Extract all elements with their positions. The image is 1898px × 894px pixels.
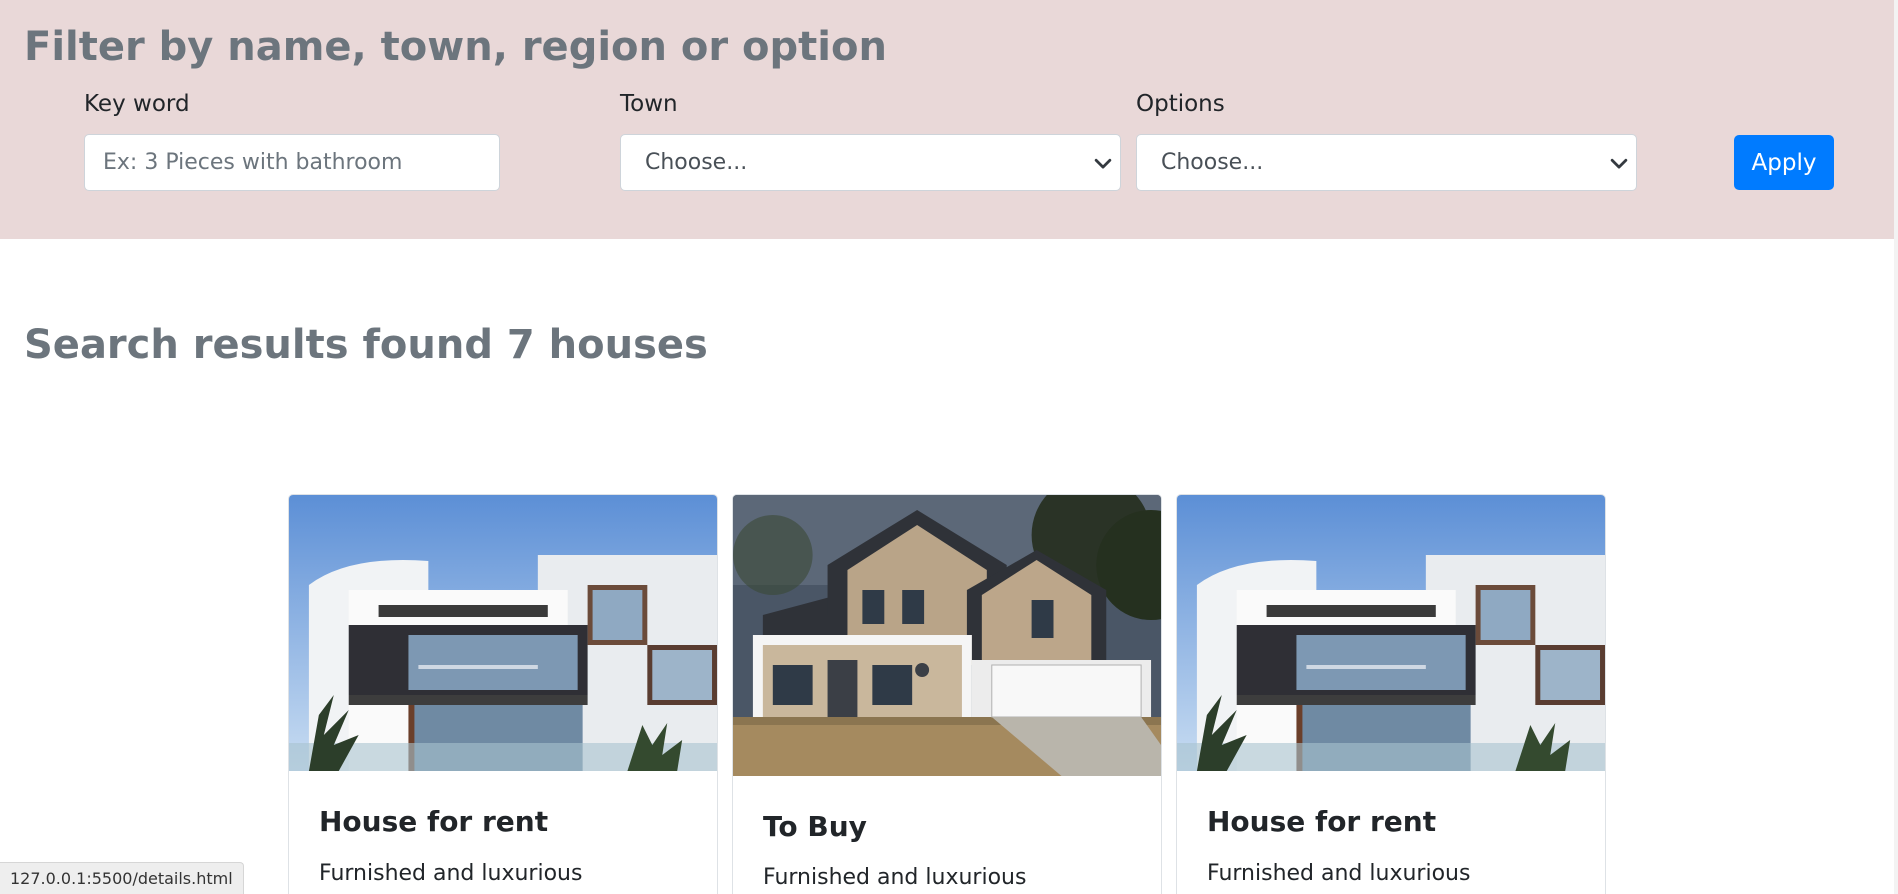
- modern-house-image: [1177, 495, 1605, 771]
- town-select-value: Choose...: [645, 150, 748, 175]
- town-label: Town: [620, 91, 678, 117]
- status-bar-url: 127.0.0.1:5500/details.html: [0, 862, 244, 894]
- card-title: House for rent: [1207, 805, 1437, 838]
- options-select[interactable]: Choose...: [1136, 134, 1637, 191]
- chevron-down-icon: [1094, 158, 1112, 169]
- modern-house-image: [289, 495, 717, 771]
- house-card[interactable]: House for rent Furnished and luxurious: [288, 494, 718, 894]
- suburban-house-image: [733, 495, 1161, 776]
- town-select[interactable]: Choose...: [620, 134, 1121, 191]
- filter-title: Filter by name, town, region or option: [24, 24, 887, 70]
- chevron-down-icon: [1610, 158, 1628, 169]
- card-text: Furnished and luxurious: [319, 861, 583, 886]
- options-select-value: Choose...: [1161, 150, 1264, 175]
- results-heading: Search results found 7 houses: [24, 322, 708, 368]
- house-card[interactable]: To Buy Furnished and luxurious: [732, 494, 1162, 894]
- apply-button[interactable]: Apply: [1734, 135, 1834, 190]
- vertical-scrollbar[interactable]: [1894, 0, 1898, 894]
- card-title: To Buy: [763, 810, 867, 843]
- card-title: House for rent: [319, 805, 549, 838]
- card-text: Furnished and luxurious: [1207, 861, 1471, 886]
- keyword-input[interactable]: [84, 134, 500, 191]
- options-label: Options: [1136, 91, 1225, 117]
- house-card[interactable]: House for rent Furnished and luxurious: [1176, 494, 1606, 894]
- filter-panel: Filter by name, town, region or option K…: [0, 0, 1898, 239]
- keyword-label: Key word: [84, 91, 190, 117]
- card-text: Furnished and luxurious: [763, 865, 1027, 890]
